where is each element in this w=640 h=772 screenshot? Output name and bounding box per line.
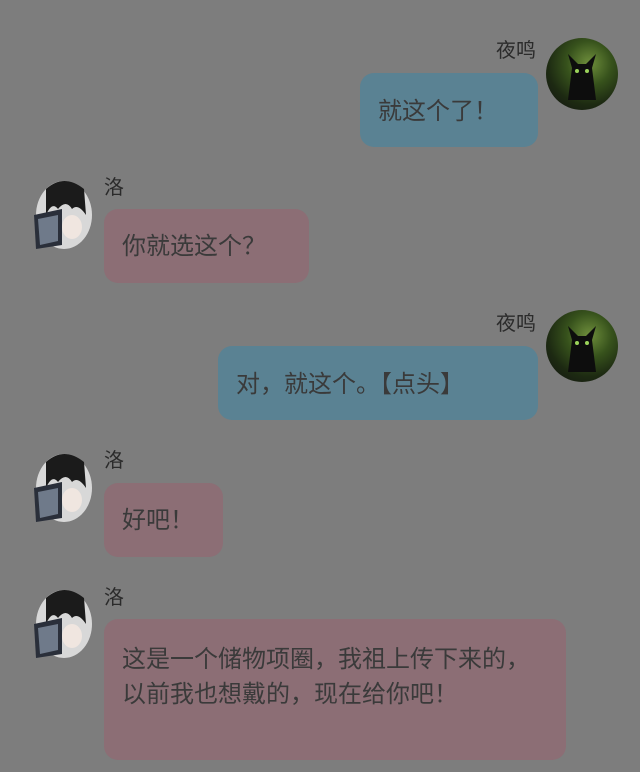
anime-boy-avatar-icon[interactable]: [22, 448, 96, 528]
message-bubble[interactable]: 好吧！: [104, 483, 223, 557]
sender-name: 夜鸣: [496, 311, 536, 335]
anime-boy-avatar-icon[interactable]: [22, 584, 96, 664]
message-bubble[interactable]: 对，就这个。【点头】: [218, 346, 538, 420]
sender-name: 洛: [104, 585, 124, 609]
sender-name: 洛: [104, 175, 124, 199]
message-bubble[interactable]: 就这个了！: [360, 73, 538, 147]
dark-cat-avatar-icon[interactable]: [546, 310, 618, 382]
message-bubble[interactable]: 你就选这个？: [104, 209, 309, 283]
dark-cat-avatar-icon[interactable]: [546, 38, 618, 110]
sender-name: 洛: [104, 448, 124, 472]
message-bubble[interactable]: 这是一个储物项圈，我祖上传下来的，以前我也想戴的，现在给你吧！: [104, 619, 566, 760]
sender-name: 夜鸣: [496, 38, 536, 62]
anime-boy-avatar-icon[interactable]: [22, 175, 96, 255]
